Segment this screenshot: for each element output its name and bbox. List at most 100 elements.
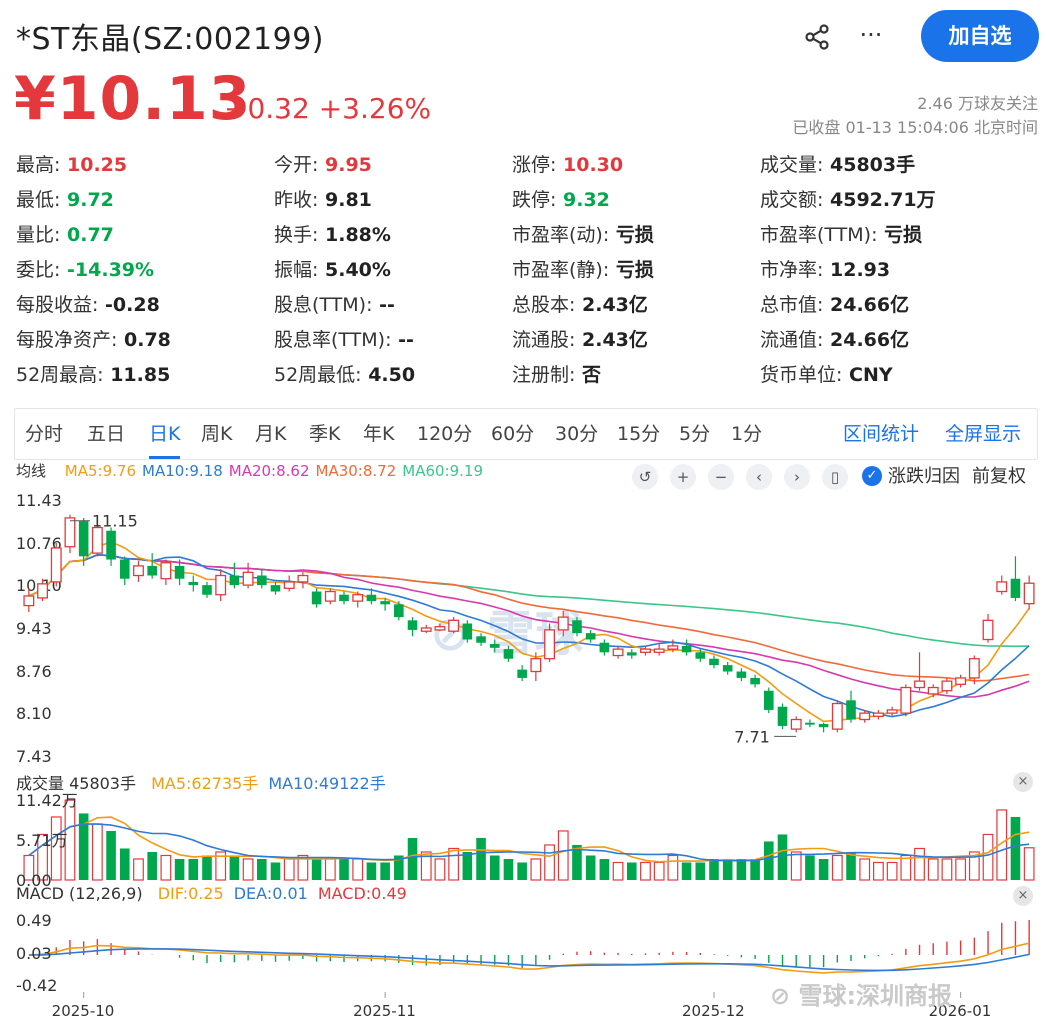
ma-line-5: [28, 541, 1030, 723]
candle-body: [215, 574, 227, 596]
volume-bar: [599, 858, 610, 880]
volume-bar: [640, 861, 651, 881]
more-icon[interactable]: ···: [854, 20, 888, 54]
zoom-in-icon[interactable]: +: [670, 464, 696, 490]
quote-value: 9.95: [318, 154, 372, 176]
volume-bar: [380, 862, 390, 880]
volume-bar: [420, 851, 432, 881]
tab-4[interactable]: 月K: [255, 409, 286, 459]
tab-1[interactable]: 五日: [87, 409, 125, 459]
quote-label: 总股本:: [512, 294, 576, 316]
candle-body: [1023, 582, 1035, 605]
volume-bar: [612, 861, 624, 881]
tab-0[interactable]: 分时: [25, 409, 63, 459]
dif-line: [28, 942, 1030, 974]
candle-body: [818, 724, 829, 728]
add-watchlist-button[interactable]: 加自选: [921, 10, 1039, 62]
quote-cell: 成交额: 4592.71万: [760, 185, 936, 215]
tab-6[interactable]: 年K: [363, 409, 394, 459]
share-icon[interactable]: [800, 20, 834, 54]
quote-cell: 货币单位: CNY: [760, 360, 893, 390]
volume-ma-item: MA5:62735手: [151, 774, 259, 793]
close-macd-icon[interactable]: ×: [1013, 886, 1033, 906]
volume-bar: [859, 858, 871, 881]
quote-cell: 总股本: 2.43亿: [512, 290, 648, 320]
quote-value: 10.25: [60, 154, 128, 176]
quote-row: 量比: 0.77 换手: 1.88% 市盈率(动): 亏损 市盈率(TTM): 亏损: [16, 220, 1036, 255]
zoom-out-icon[interactable]: −: [708, 464, 734, 490]
candle-body: [270, 585, 281, 592]
volume-bar: [407, 837, 418, 880]
reset-icon[interactable]: ↺: [632, 464, 658, 490]
quote-cell: 52周最高: 11.85: [16, 360, 170, 390]
candle-body: [147, 565, 157, 576]
volume-bar: [750, 858, 760, 880]
fullscreen-button[interactable]: 全屏显示: [945, 409, 1021, 459]
volume-bar: [941, 858, 953, 881]
volume-bar: [23, 854, 35, 881]
volume-bar: [339, 858, 349, 880]
candle-body: [831, 702, 843, 730]
chevron-right-icon[interactable]: ›: [784, 464, 810, 490]
price-axis-label: 8.76: [16, 662, 52, 681]
quote-cell: 涨停: 10.30: [512, 150, 623, 180]
volume-bar: [982, 833, 994, 881]
quote-value: --: [391, 329, 414, 351]
quote-cell: 股息(TTM): --: [274, 290, 395, 320]
volume-bar: [462, 851, 473, 880]
candle-body: [503, 649, 514, 659]
quote-label: 市盈率(TTM):: [760, 224, 878, 246]
attribution-label[interactable]: 涨跌归因: [888, 462, 960, 488]
candle-body: [1010, 578, 1021, 598]
tab-10[interactable]: 15分: [617, 409, 660, 459]
volume-bar: [147, 851, 157, 880]
range-stats-button[interactable]: 区间统计: [843, 409, 919, 459]
ma-line-10: [28, 554, 1030, 718]
tab-8[interactable]: 60分: [491, 409, 534, 459]
adjust-select[interactable]: 前复权: [972, 462, 1026, 488]
quote-label: 振幅:: [274, 259, 319, 281]
macd-axis-label: 0.03: [16, 944, 52, 963]
candle-body: [229, 575, 240, 586]
quote-value: --: [372, 294, 395, 316]
volume-ma-item: MA10:49122手: [268, 774, 386, 793]
candle-body: [160, 562, 172, 580]
candle-body: [846, 700, 856, 720]
quote-label: 股息(TTM):: [274, 294, 373, 316]
candle-type-icon[interactable]: ▯: [822, 464, 848, 490]
attribution-checkbox[interactable]: ✓: [862, 466, 882, 486]
tab-2[interactable]: 日K: [149, 409, 181, 459]
tab-12[interactable]: 1分: [731, 409, 762, 459]
quote-label: 市净率:: [760, 259, 824, 281]
quote-value: 24.66亿: [823, 294, 910, 316]
volume-bar: [160, 854, 172, 881]
ma-item: MA30:8.72: [315, 462, 397, 480]
quote-label: 今开:: [274, 154, 319, 176]
volume-bar: [448, 847, 460, 881]
ma-line-30: [28, 554, 1030, 682]
candle-body: [434, 626, 446, 631]
candle-body: [612, 648, 624, 657]
chevron-left-icon[interactable]: ‹: [746, 464, 772, 490]
volume-bar: [846, 851, 856, 880]
quote-value: 0.78: [117, 329, 171, 351]
close-volume-icon[interactable]: ×: [1013, 772, 1033, 792]
tab-9[interactable]: 30分: [555, 409, 598, 459]
volume-bar: [818, 858, 829, 880]
quote-value: 亏损: [609, 224, 654, 246]
low-annotation: 7.71: [734, 727, 770, 746]
tab-7[interactable]: 120分: [417, 409, 472, 459]
candle-body: [872, 712, 884, 717]
candle-body: [283, 581, 295, 589]
candle-body: [489, 644, 500, 648]
quote-cell: 总市值: 24.66亿: [760, 290, 909, 320]
quote-cell: 流通值: 24.66亿: [760, 325, 909, 355]
candle-body: [790, 718, 802, 730]
price-axis-label: 9.43: [16, 619, 52, 638]
quote-cell: 市盈率(静): 亏损: [512, 255, 654, 285]
quote-cell: 最高: 10.25: [16, 150, 127, 180]
tab-3[interactable]: 周K: [201, 409, 232, 459]
tab-5[interactable]: 季K: [309, 409, 340, 459]
tab-11[interactable]: 5分: [679, 409, 710, 459]
quote-label: 市盈率(动):: [512, 224, 610, 246]
